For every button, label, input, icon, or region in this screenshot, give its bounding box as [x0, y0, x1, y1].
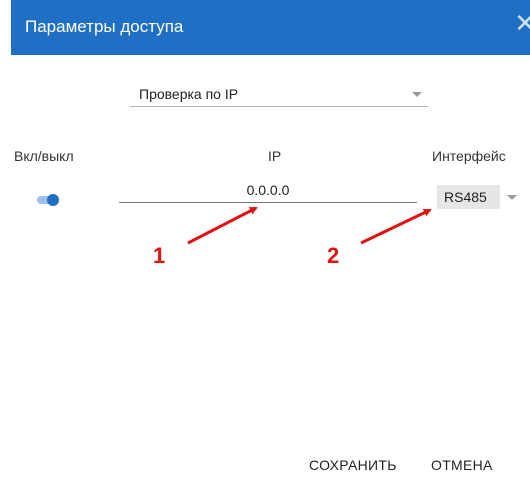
- cancel-button[interactable]: ОТМЕНА: [431, 457, 493, 473]
- annotation-arrow-1: [187, 206, 258, 245]
- save-button[interactable]: СОХРАНИТЬ: [309, 457, 397, 473]
- annotation-arrows: [187, 206, 432, 245]
- annotation-marker-2: 2: [327, 243, 340, 268]
- annotation-marker-1: 1: [153, 243, 166, 268]
- annotation-arrow-2: [360, 208, 432, 245]
